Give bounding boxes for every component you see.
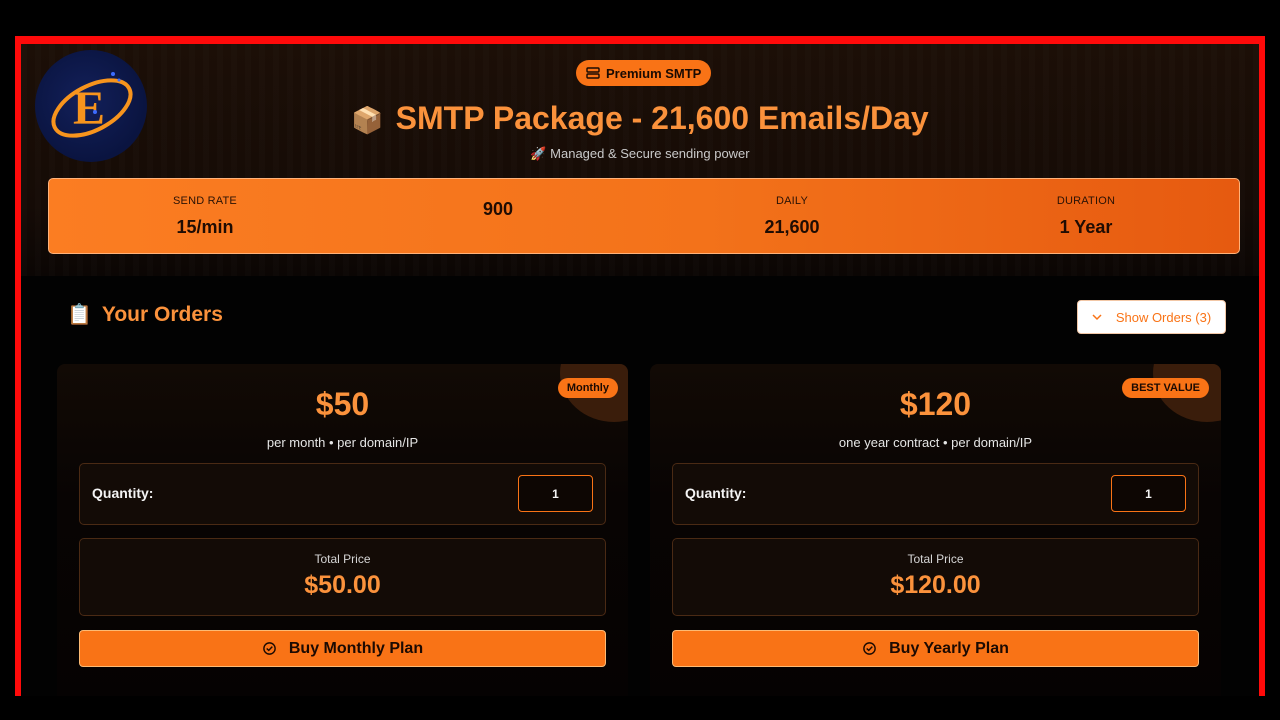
total-price-label: Total Price [314, 552, 371, 566]
clipboard-icon: 📋 [67, 304, 92, 326]
premium-badge-label: Premium SMTP [606, 65, 702, 81]
buy-button-label: Buy Monthly Plan [288, 639, 424, 657]
plan-card-monthly: Monthly $50 per month • per domain/IP Qu… [57, 364, 628, 696]
page-title: 📦 SMTP Package - 21,600 Emails/Day [21, 100, 1259, 137]
plan-card-yearly: BEST VALUE $120 one year contract • per … [650, 364, 1221, 696]
buy-monthly-button[interactable]: Buy Monthly Plan [79, 630, 606, 667]
plan-price: $50 [315, 386, 370, 422]
plan-period: one year contract • per domain/IP [838, 435, 1033, 450]
chevron-down-icon [1092, 314, 1102, 321]
total-price-value: $120.00 [890, 571, 981, 599]
quantity-row: Quantity: [79, 463, 606, 525]
total-price-box: Total Price $50.00 [79, 538, 606, 616]
server-icon [586, 67, 600, 79]
buy-yearly-button[interactable]: Buy Yearly Plan [672, 630, 1199, 667]
stat-label: DAILY [776, 195, 808, 207]
orders-title: Your Orders [101, 302, 223, 326]
quantity-label: Quantity: [685, 485, 747, 501]
check-circle-icon [863, 642, 876, 655]
show-orders-label: Show Orders (3) [1115, 309, 1212, 325]
page-subtitle: 🚀 Managed & Secure sending power [530, 146, 750, 161]
page-frame: E Premium SMTP 📦 SMTP Package - 21,600 Em… [15, 36, 1265, 696]
quantity-row: Quantity: [672, 463, 1199, 525]
hero-section: E Premium SMTP 📦 SMTP Package - 21,600 Em… [21, 44, 1259, 276]
stat-value: 900 [482, 199, 514, 219]
package-icon: 📦 [351, 105, 384, 135]
stats-bar: SEND RATE 15/min 900 DAILY 21,600 DURATI… [48, 178, 1240, 254]
total-price-value: $50.00 [304, 571, 381, 599]
orders-heading: 📋 Your Orders [67, 302, 223, 327]
quantity-label: Quantity: [92, 485, 154, 501]
stat-value: 1 Year [1059, 217, 1113, 237]
stat-label: SEND RATE [173, 195, 237, 207]
quantity-input[interactable] [1111, 475, 1186, 512]
buy-button-label: Buy Yearly Plan [889, 639, 1009, 657]
plan-price: $120 [899, 386, 972, 422]
total-price-label: Total Price [907, 552, 964, 566]
stat-label: DURATION [1056, 195, 1116, 207]
page-title-text: SMTP Package - 21,600 Emails/Day [395, 100, 929, 136]
show-orders-button[interactable]: Show Orders (3) [1077, 300, 1226, 334]
plan-period: per month • per domain/IP [266, 435, 419, 450]
stat-value: 15/min [176, 217, 234, 237]
total-price-box: Total Price $120.00 [672, 538, 1199, 616]
check-circle-icon [263, 642, 276, 655]
quantity-input[interactable] [518, 475, 593, 512]
premium-badge: Premium SMTP [576, 60, 712, 86]
stat-value: 21,600 [764, 217, 820, 237]
